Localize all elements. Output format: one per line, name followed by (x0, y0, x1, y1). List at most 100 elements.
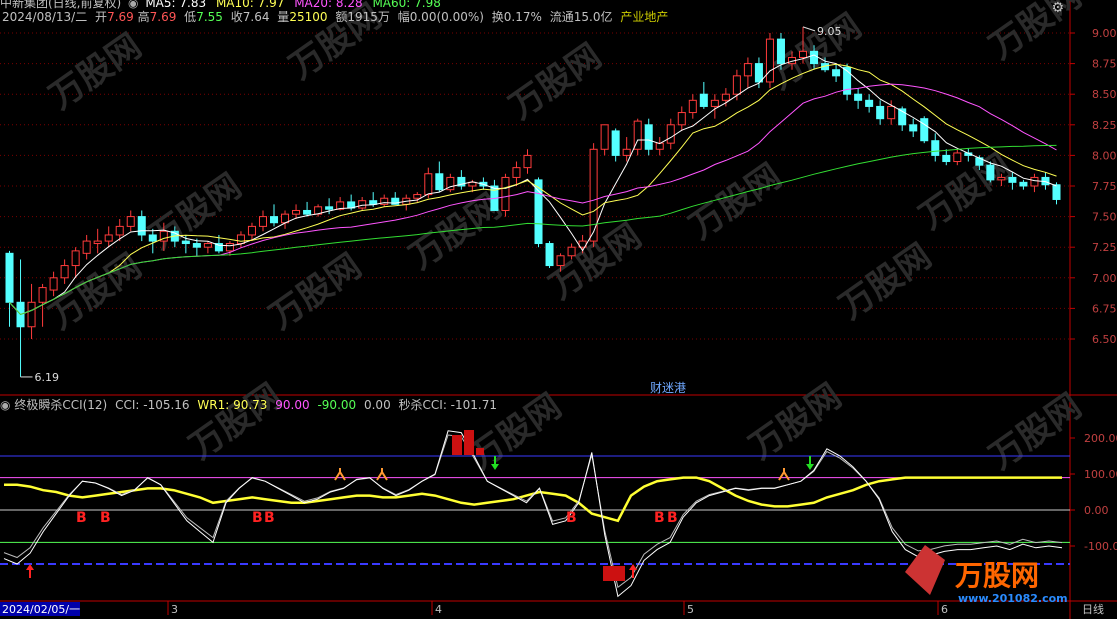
open-label: 开 (95, 10, 108, 24)
candle-body (600, 124, 609, 150)
ohlc-row: 2024/08/13/二 开7.69 高7.69 低7.55 收7.64 量25… (2, 8, 668, 25)
cci-value: CCI: -105.16 (115, 398, 190, 412)
candle-body (622, 148, 631, 156)
candle-body (710, 99, 719, 107)
candle-body (115, 225, 124, 236)
cci-tick-label: -100.00 (1084, 540, 1117, 553)
watermark-text: 万股网 (262, 246, 368, 337)
volume-label: 量 (277, 10, 290, 24)
warning-figure-icon (334, 468, 346, 481)
buy-signal-b: B (566, 510, 577, 526)
line-neg90-value: -90.00 (317, 398, 357, 412)
candle-body (611, 130, 620, 156)
candle-body (997, 176, 1006, 181)
candle-body (93, 240, 102, 245)
candle-body (358, 200, 367, 209)
candle-body (545, 243, 554, 267)
price-tick-label: 8.50 (1092, 88, 1117, 101)
price-tick-label: 8.25 (1092, 119, 1117, 132)
watermark-text: 万股网 (912, 146, 1018, 237)
buy-signal-b: B (667, 510, 678, 526)
candle-body (556, 255, 565, 267)
candle-body (512, 167, 521, 178)
candle-body (325, 206, 334, 210)
candle-body (501, 176, 510, 211)
candle-body (876, 105, 885, 120)
candle-body (292, 209, 301, 215)
turnover-label: 换 (491, 10, 504, 24)
price-tick-label: 7.00 (1092, 272, 1117, 285)
high-value: 7.69 (149, 10, 177, 24)
cci-tick-label: 0.00 (1084, 504, 1109, 517)
candle-body (909, 124, 918, 132)
close-value: 7.64 (242, 10, 270, 24)
open-value: 7.69 (107, 10, 134, 24)
candle-body (82, 240, 91, 254)
start-date-label: 2024/02/05/一 (2, 603, 80, 616)
candle-body (148, 234, 157, 242)
candle-body (203, 243, 212, 248)
signal-block-low (603, 566, 625, 581)
watermark-text: 万股网 (832, 236, 938, 327)
period-label: 日线 (1082, 602, 1104, 616)
candle-body (38, 287, 47, 303)
candle-body (71, 250, 80, 267)
candle-body (435, 173, 444, 191)
candle-body (953, 152, 962, 163)
mscci-value: 秒杀CCI: -101.71 (398, 398, 498, 412)
watermark-text: 万股网 (742, 376, 848, 467)
candle-body (468, 181, 477, 187)
month-label: 4 (435, 603, 442, 616)
candle-body (413, 194, 422, 199)
candle-body (986, 164, 995, 181)
candle-body (126, 216, 135, 227)
candle-body (247, 225, 256, 236)
buy-signal-b: B (264, 510, 275, 526)
line-zero-value: 0.00 (363, 398, 391, 412)
candle-body (5, 252, 14, 303)
candle-body (1052, 184, 1061, 200)
price-tick-label: 6.50 (1092, 333, 1117, 346)
candle-body (865, 99, 874, 107)
low-value: 7.55 (196, 10, 223, 24)
candle-body (743, 63, 752, 77)
candle-body (137, 216, 146, 236)
buy-signal-b: B (76, 510, 87, 526)
indicator-settings-icon[interactable]: ◉ (0, 398, 10, 412)
signal-block-high (476, 448, 484, 455)
buy-signal-b: B (252, 510, 263, 526)
candle-body (181, 240, 190, 245)
indicator-title[interactable]: 终极瞬杀CCI(12) (14, 398, 107, 412)
wr1-value: WR1: 90.73 (197, 398, 268, 412)
candle-body (192, 243, 201, 248)
cci-tick-label: 200.00 (1084, 432, 1117, 445)
candle-body (270, 216, 279, 224)
price-tick-label: 8.00 (1092, 149, 1117, 162)
candle-body (589, 148, 598, 242)
wr1-line (4, 476, 1062, 523)
price-tick-label: 7.75 (1092, 180, 1117, 193)
candle-body (236, 234, 245, 245)
quote-date: 2024/08/13/二 (2, 10, 88, 24)
sell-arrow-head-icon (806, 464, 814, 470)
line-90-value: 90.00 (275, 398, 310, 412)
candle-body (732, 75, 741, 95)
stock-chart[interactable]: 9.00 8.75 8.50 8.25 8.00 7.75 7.50 7.25 7.00 6.75… (0, 0, 1117, 619)
warning-figure-icon (778, 468, 790, 481)
amount-value: 1915万 (347, 10, 390, 24)
gear-icon[interactable]: ⚙ (1051, 0, 1064, 16)
watermark-text: 万股网 (42, 246, 148, 337)
sector-link[interactable]: 产业地产 (620, 10, 668, 24)
brand-logo-url: www.201082.com (958, 592, 1068, 605)
price-tick-label: 8.75 (1092, 58, 1117, 71)
signal-block-high (464, 430, 474, 455)
close-label: 收 (230, 10, 243, 24)
candle-body (666, 124, 675, 144)
candle-body (104, 234, 113, 242)
candle-body (887, 105, 896, 120)
watermark-text: 万股网 (502, 36, 608, 127)
watermark-text: 万股网 (682, 156, 788, 247)
candle-body (942, 154, 951, 163)
candle-body (776, 38, 785, 65)
candle-body (424, 173, 433, 196)
